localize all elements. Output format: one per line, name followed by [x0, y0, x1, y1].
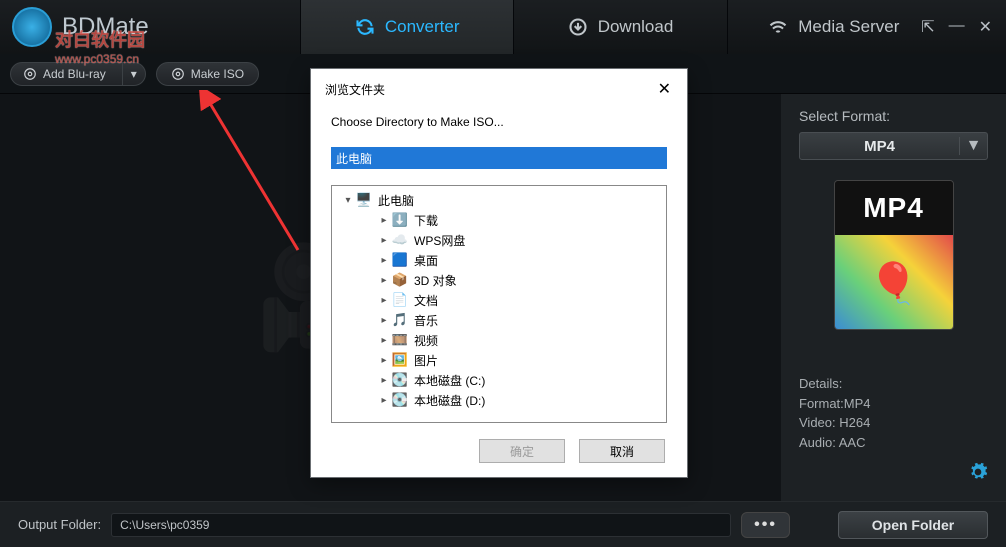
chevron-down-icon[interactable]: ▼	[959, 137, 987, 155]
dialog-footer: 确定 取消	[311, 427, 687, 477]
film-icon: 🎈	[835, 235, 953, 330]
popout-icon[interactable]: ⇱	[921, 17, 934, 37]
tree-item[interactable]: ▸⬇️下载	[334, 210, 664, 230]
tab-media-server[interactable]: Media Server	[727, 0, 940, 54]
format-details: Details: Format:MP4 Video: H264 Audio: A…	[799, 374, 988, 452]
output-folder-input[interactable]	[111, 513, 731, 537]
open-folder-button[interactable]: Open Folder	[838, 511, 988, 539]
dialog-ok-button[interactable]: 确定	[479, 439, 565, 463]
detail-format: Format:MP4	[799, 394, 988, 414]
add-bluray-button[interactable]: Add Blu-ray ▾	[10, 62, 146, 86]
tree-toggle-icon[interactable]: ▸	[378, 215, 390, 226]
tree-item-label: 3D 对象	[410, 272, 457, 289]
refresh-icon	[355, 17, 375, 37]
format-dropdown[interactable]: MP4 ▼	[799, 132, 988, 160]
browse-folder-dialog: 浏览文件夹 ✕ Choose Directory to Make ISO... …	[310, 68, 688, 478]
tree-toggle-icon[interactable]: ▸	[378, 255, 390, 266]
tree-item-label: 下载	[410, 212, 438, 229]
tree-item-label: 本地磁盘 (D:)	[410, 392, 485, 409]
tree-item-label: 此电脑	[374, 192, 414, 209]
dialog-close-button[interactable]: ✕	[652, 79, 677, 99]
tree-item[interactable]: ▸🎵音乐	[334, 310, 664, 330]
3d-icon: 📦	[392, 272, 408, 288]
pic-icon: 🖼️	[392, 352, 408, 368]
minimize-icon[interactable]: —	[949, 17, 965, 37]
tree-toggle-icon[interactable]: ▾	[342, 195, 354, 206]
tree-item[interactable]: ▾🖥️此电脑	[334, 190, 664, 210]
detail-audio: Audio: AAC	[799, 433, 988, 453]
tree-toggle-icon[interactable]: ▸	[378, 295, 390, 306]
drive-icon: 💽	[392, 392, 408, 408]
tree-toggle-icon[interactable]: ▸	[378, 315, 390, 326]
desk-icon: 🟦	[392, 252, 408, 268]
app-logo-area: BDMate	[0, 7, 300, 47]
tree-item-label: 音乐	[410, 312, 438, 329]
video-icon: 🎞️	[392, 332, 408, 348]
dialog-title: 浏览文件夹	[325, 81, 385, 98]
cloud-icon: ☁️	[392, 232, 408, 248]
make-iso-button[interactable]: Make ISO	[156, 62, 259, 86]
title-bar: BDMate Converter Download Media Server ⇱…	[0, 0, 1006, 54]
tree-toggle-icon[interactable]: ▸	[378, 355, 390, 366]
disc-icon	[23, 67, 37, 81]
tree-item-label: WPS网盘	[410, 232, 465, 249]
tree-item[interactable]: ▸💽本地磁盘 (C:)	[334, 370, 664, 390]
dialog-titlebar: 浏览文件夹 ✕	[311, 69, 687, 105]
select-format-label: Select Format:	[799, 108, 988, 124]
tree-item-label: 桌面	[410, 252, 438, 269]
window-controls: ⇱ — ✕	[940, 17, 1006, 37]
doc-icon: 📄	[392, 292, 408, 308]
music-icon: 🎵	[392, 312, 408, 328]
pc-icon: 🖥️	[356, 192, 372, 208]
tree-item-label: 图片	[410, 352, 438, 369]
app-name: BDMate	[62, 13, 149, 41]
tab-download[interactable]: Download	[513, 0, 726, 54]
tree-item[interactable]: ▸🖼️图片	[334, 350, 664, 370]
main-tabs: Converter Download Media Server	[300, 0, 940, 54]
tree-item[interactable]: ▸☁️WPS网盘	[334, 230, 664, 250]
tree-item[interactable]: ▸📄文档	[334, 290, 664, 310]
download-icon	[568, 17, 588, 37]
side-panel: Select Format: MP4 ▼ MP4 🎈 Details: Form…	[781, 94, 1006, 501]
format-thumbnail: MP4 🎈	[834, 180, 954, 330]
format-value: MP4	[800, 138, 959, 155]
disc-icon	[171, 67, 185, 81]
folder-tree[interactable]: ▾🖥️此电脑▸⬇️下载▸☁️WPS网盘▸🟦桌面▸📦3D 对象▸📄文档▸🎵音乐▸🎞…	[331, 185, 667, 423]
gear-icon	[968, 462, 988, 482]
dl-icon: ⬇️	[392, 212, 408, 228]
tree-item[interactable]: ▸🎞️视频	[334, 330, 664, 350]
drive-icon: 💽	[392, 372, 408, 388]
close-icon[interactable]: ✕	[979, 17, 992, 37]
selected-folder-input[interactable]	[331, 147, 667, 169]
dialog-subtitle: Choose Directory to Make ISO...	[331, 115, 667, 129]
tree-item[interactable]: ▸🟦桌面	[334, 250, 664, 270]
tree-toggle-icon[interactable]: ▸	[378, 395, 390, 406]
details-label: Details:	[799, 374, 988, 394]
tree-item-label: 文档	[410, 292, 438, 309]
tree-item[interactable]: ▸📦3D 对象	[334, 270, 664, 290]
tree-item[interactable]: ▸💽本地磁盘 (D:)	[334, 390, 664, 410]
dialog-cancel-button[interactable]: 取消	[579, 439, 665, 463]
tree-item-label: 本地磁盘 (C:)	[410, 372, 485, 389]
tab-converter[interactable]: Converter	[300, 0, 513, 54]
detail-video: Video: H264	[799, 413, 988, 433]
settings-button[interactable]	[968, 462, 988, 487]
browse-folder-button[interactable]: •••	[741, 512, 790, 538]
wifi-icon	[768, 17, 788, 37]
tree-toggle-icon[interactable]: ▸	[378, 335, 390, 346]
chevron-down-icon[interactable]: ▾	[122, 63, 145, 85]
output-folder-label: Output Folder:	[18, 517, 101, 532]
app-logo-icon	[12, 7, 52, 47]
tree-toggle-icon[interactable]: ▸	[378, 375, 390, 386]
tree-toggle-icon[interactable]: ▸	[378, 235, 390, 246]
footer-bar: Output Folder: ••• Open Folder	[0, 501, 1006, 547]
tree-item-label: 视频	[410, 332, 438, 349]
tree-toggle-icon[interactable]: ▸	[378, 275, 390, 286]
